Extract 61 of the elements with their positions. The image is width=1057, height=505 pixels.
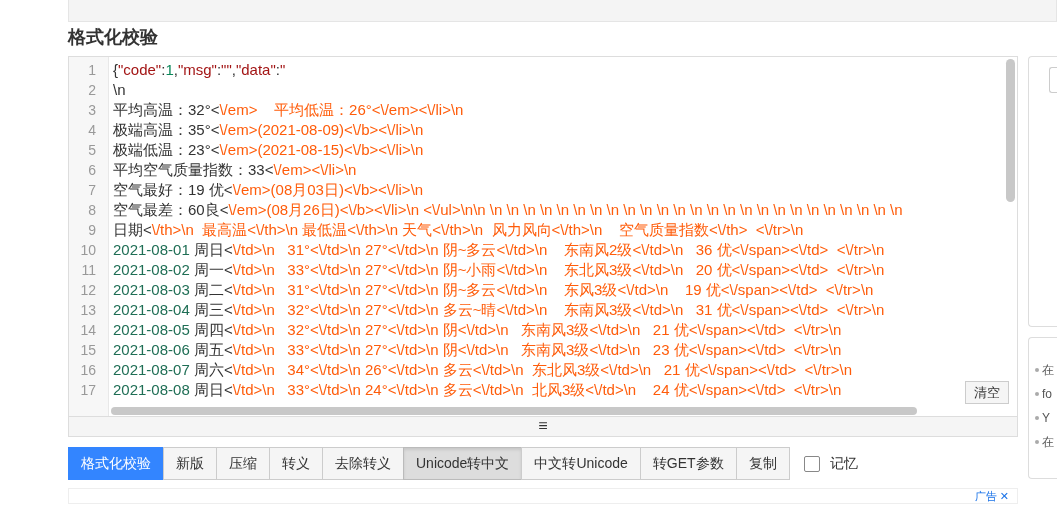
code-line: 2021-08-01 周日<\/td>\n 31°<\/td>\n 27°<\/td>\n 阴~多云<\/td>\n 东南风2级<\/td>\n 36 优<\/span><\/td> <\/tr>\n: [113, 240, 885, 260]
line-number: 6: [87, 161, 97, 180]
toolbar-button[interactable]: 格式化校验: [68, 447, 164, 480]
toolbar-button[interactable]: 转GET参数: [639, 447, 737, 480]
line-number: 15: [79, 341, 97, 360]
bullet-icon: [1035, 392, 1039, 396]
bullet-icon: [1035, 368, 1039, 372]
line-number: 5: [87, 141, 97, 160]
line-number: 14: [79, 321, 97, 340]
line-number: 10: [79, 241, 97, 260]
line-number: 12: [79, 281, 97, 300]
toolbar-button[interactable]: 去除转义: [322, 447, 404, 480]
toolbar-button[interactable]: 复制: [735, 447, 790, 480]
line-number: 8: [87, 201, 97, 220]
toolbar-button[interactable]: 中文转Unicode: [521, 447, 641, 480]
code-line: 空气最差：60良<\/em>(08月26日)<\/b><\/li>\n <\/ul>\n\n \n \n \n \n \n \n \n \n \n \n \n \n \n \n \n \n \n \n \n \n \n \n \n \n \n: [113, 200, 903, 220]
toolbar-button[interactable]: 新版: [163, 447, 217, 480]
line-number: 13: [79, 301, 97, 320]
line-number: 4: [87, 121, 97, 140]
remember-checkbox[interactable]: [803, 455, 820, 472]
code-line: 极端高温：35°<\/em>(2021-08-09)<\/b><\/li>\n: [113, 120, 424, 140]
toolbar-button[interactable]: 转义: [269, 447, 323, 480]
code-line: 2021-08-08 周日<\/td>\n 33°<\/td>\n 24°<\/td>\n 多云<\/td>\n 北风3级<\/td>\n 24 优<\/span><\/td> <\/tr>\n: [113, 380, 842, 400]
bullet-icon: [1035, 416, 1039, 420]
line-number: 17: [79, 381, 97, 400]
list-item-text: 在: [1042, 362, 1054, 379]
code-line: 2021-08-07 周六<\/td>\n 34°<\/td>\n 26°<\/td>\n 多云<\/td>\n 东北风3级<\/td>\n 21 优<\/span><\/td> <\/tr>\n: [113, 360, 853, 380]
horizontal-scrollbar-thumb[interactable]: [111, 407, 917, 415]
code-editor[interactable]: [68, 56, 1018, 417]
code-line: 2021-08-03 周二<\/td>\n 31°<\/td>\n 27°<\/td>\n 阴~多云<\/td>\n 东风3级<\/td>\n 19 优<\/span><\/td> <\/tr>\n: [113, 280, 874, 300]
line-number: 3: [87, 101, 97, 120]
list-item-text: 在: [1042, 434, 1054, 451]
list-item-text: fo: [1042, 386, 1052, 403]
code-line: 空气最好：19 优<\/em>(08月03日)<\/b><\/li>\n: [113, 180, 424, 200]
code-line: 极端低温：23°<\/em>(2021-08-15)<\/b><\/li>\n: [113, 140, 424, 160]
input-field[interactable]: [1049, 67, 1057, 93]
clear-button[interactable]: 清空: [965, 380, 1009, 404]
line-number: 7: [87, 181, 97, 200]
code-line: 2021-08-04 周三<\/td>\n 32°<\/td>\n 27°<\/td>\n 多云~晴<\/td>\n 东南风3级<\/td>\n 31 优<\/span><\/td> <\/tr>\n: [113, 300, 885, 320]
vertical-scrollbar-thumb[interactable]: [1006, 59, 1015, 202]
line-number: 2: [87, 81, 97, 100]
toolbar-button[interactable]: 压缩: [216, 447, 270, 480]
line-number: 16: [79, 361, 97, 380]
code-line: 2021-08-05 周四<\/td>\n 32°<\/td>\n 27°<\/td>\n 阴<\/td>\n 东南风3级<\/td>\n 21 优<\/span><\/td> <\/tr>\n: [113, 320, 842, 340]
code-line: 日期<\/th>\n 最高温<\/th>\n 最低温<\/th>\n 天气<\/th>\n 风力风向<\/th>\n 空气质量指数<\/th> <\/tr>\n: [113, 220, 804, 240]
list-item-text: Y: [1042, 410, 1050, 427]
line-number: 11: [80, 261, 97, 280]
code-line: 平均空气质量指数：33<\/em><\/li>\n: [113, 160, 357, 180]
bullet-icon: [1035, 440, 1039, 444]
line-number: 1: [87, 61, 97, 80]
toolbar-button[interactable]: Unicode转中文: [403, 447, 523, 480]
line-number: 9: [87, 221, 97, 240]
remember-label[interactable]: 记忆: [829, 453, 858, 474]
code-line: {"code":1,"msg":"","data":": [113, 60, 286, 80]
resize-handle[interactable]: ≡: [68, 417, 1018, 437]
code-line: 2021-08-02 周一<\/td>\n 33°<\/td>\n 27°<\/td>\n 阴~小雨<\/td>\n 东北风3级<\/td>\n 20 优<\/span><\/td> <\/tr>\n: [113, 260, 885, 280]
page-title: 格式化校验: [68, 26, 159, 48]
ad-label[interactable]: 广告 ✕: [974, 489, 1009, 503]
code-line: \n: [113, 80, 126, 100]
code-line: 平均高温：32°<\/em> 平均低温：26°<\/em><\/li>\n: [113, 100, 464, 120]
code-line: 2021-08-06 周五<\/td>\n 33°<\/td>\n 27°<\/td>\n 阴<\/td>\n 东南风3级<\/td>\n 23 优<\/span><\/td> <\/tr>\n: [113, 340, 842, 360]
